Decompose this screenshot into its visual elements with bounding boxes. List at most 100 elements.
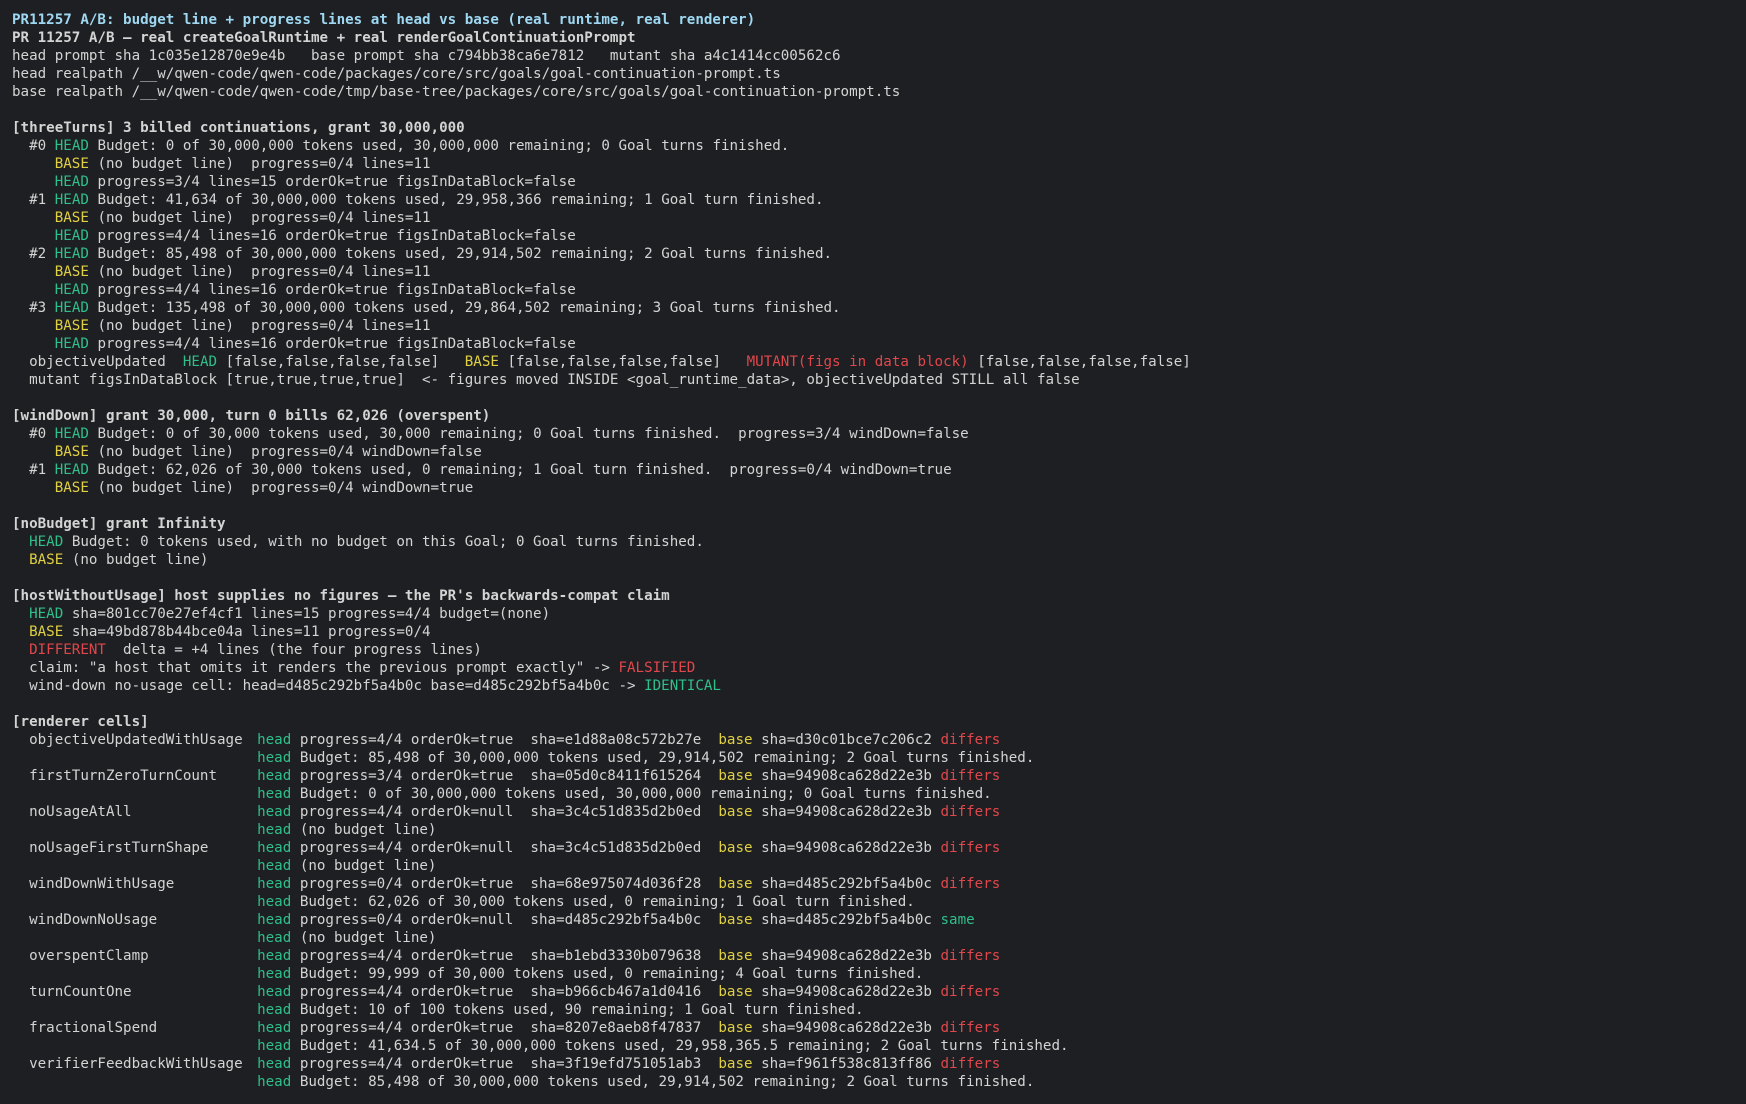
cell-detail: (no budget line) — [299, 858, 437, 874]
cell-name: firstTurnZeroTurnCount — [29, 768, 218, 784]
head-tag: head — [257, 912, 292, 928]
head-result: Budget: 0 of 30,000 tokens used, 30,000 … — [97, 426, 969, 442]
base-tag: base — [718, 912, 753, 928]
head-progress: progress=4/4 lines=16 orderOk=true figsI… — [97, 282, 576, 298]
nobudget-base-line: BASE (no budget line) — [12, 551, 1746, 569]
cell-verdict: differs — [940, 768, 1001, 784]
mutant-tag: MUTANT(figs in data block) — [746, 354, 969, 370]
objective-base-value: [false,false,false,false] — [507, 354, 722, 370]
turn-index: #0 — [29, 138, 47, 154]
renderer-cell-detail-row: head Budget: 41,634.5 of 30,000,000 toke… — [12, 1037, 1746, 1055]
cell-head-result: progress=0/4 orderOk=true sha=68e975074d… — [299, 876, 702, 892]
section-heading-wind-down: [windDown] grant 30,000, turn 0 bills 62… — [12, 408, 491, 424]
host-head-line: HEAD sha=801cc70e27ef4cf1 lines=15 progr… — [12, 605, 1746, 623]
head-tag: HEAD — [54, 462, 89, 478]
head-tag: head — [257, 930, 292, 946]
head-result: sha=801cc70e27ef4cf1 lines=15 progress=4… — [71, 606, 551, 622]
head-tag: head — [257, 1020, 292, 1036]
section-heading-host-without-usage: [hostWithoutUsage] host supplies no figu… — [12, 588, 670, 604]
cell-name: noUsageFirstTurnShape — [29, 840, 209, 856]
host-base-line: BASE sha=49bd878b44bce04a lines=11 progr… — [12, 623, 1746, 641]
head-budget: Budget: 85,498 of 30,000,000 tokens used… — [97, 246, 833, 262]
renderer-cell-row: firstTurnZeroTurnCount head progress=3/4 … — [12, 767, 1746, 785]
winddown-head-line: #0 HEAD Budget: 0 of 30,000 tokens used,… — [12, 425, 1746, 443]
cell-head-result: progress=4/4 orderOk=true sha=e1d88a08c5… — [299, 732, 702, 748]
turn-index: #2 — [29, 246, 47, 262]
turn-head-progress-line: HEAD progress=4/4 lines=16 orderOk=true … — [12, 281, 1746, 299]
base-tag: base — [718, 840, 753, 856]
cell-head-result: progress=4/4 orderOk=null sha=3c4c51d835… — [299, 840, 702, 856]
base-tag: BASE — [54, 210, 89, 226]
renderer-cell-row: objectiveUpdatedWithUsage head progress=4… — [12, 731, 1746, 749]
cell-detail: Budget: 62,026 of 30,000 tokens used, 0 … — [299, 894, 915, 910]
base-result: (no budget line) progress=0/4 windDown=f… — [97, 444, 482, 460]
base-result: sha=49bd878b44bce04a lines=11 progress=0… — [71, 624, 431, 640]
head-tag: head — [257, 750, 292, 766]
cell-head-result: progress=4/4 orderOk=true sha=3f19efd751… — [299, 1056, 702, 1072]
base-result: (no budget line) progress=0/4 lines=11 — [97, 318, 431, 334]
cell-head-result: progress=4/4 orderOk=true sha=b1ebd3330b… — [299, 948, 702, 964]
cell-verdict: differs — [940, 1020, 1001, 1036]
head-progress: progress=3/4 lines=15 orderOk=true figsI… — [97, 174, 576, 190]
cell-name: overspentClamp — [29, 948, 149, 964]
cell-base-sha: sha=f961f538c813ff86 — [761, 1056, 932, 1072]
base-tag: BASE — [54, 318, 89, 334]
renderer-cell-detail-row: head Budget: 85,498 of 30,000,000 tokens… — [12, 1073, 1746, 1091]
cell-head-result: progress=4/4 orderOk=true sha=b966cb467a… — [299, 984, 702, 1000]
cell-head-result: progress=3/4 orderOk=true sha=05d0c8411f… — [299, 768, 702, 784]
head-tag: HEAD — [54, 174, 89, 190]
head-tag: HEAD — [29, 534, 64, 550]
head-budget: Budget: 135,498 of 30,000,000 tokens use… — [97, 300, 841, 316]
cell-verdict: differs — [940, 1056, 1001, 1072]
head-tag: HEAD — [54, 246, 89, 262]
different-text: delta = +4 lines (the four progress line… — [105, 642, 482, 658]
turn-index: #1 — [29, 192, 47, 208]
base-result: (no budget line) — [71, 552, 209, 568]
head-tag: HEAD — [29, 606, 64, 622]
renderer-cells-list: objectiveUpdatedWithUsage head progress=4… — [12, 731, 1746, 1091]
head-realpath: head realpath /__w/qwen-code/qwen-code/p… — [12, 66, 781, 82]
objective-label: objectiveUpdated — [29, 354, 166, 370]
host-winddown-line: wind-down no-usage cell: head=d485c292bf… — [12, 677, 1746, 695]
falsified-tag: FALSIFIED — [618, 660, 696, 676]
terminal-output: PR11257 A/B: budget line + progress line… — [0, 0, 1746, 1091]
cell-base-sha: sha=94908ca628d22e3b — [761, 1020, 932, 1036]
host-different-line: DIFFERENT delta = +4 lines (the four pro… — [12, 641, 1746, 659]
nobudget-head-line: HEAD Budget: 0 tokens used, with no budg… — [12, 533, 1746, 551]
base-tag: base — [718, 732, 753, 748]
cell-head-result: progress=0/4 orderOk=null sha=d485c292bf… — [299, 912, 702, 928]
winddown-head-line: #1 HEAD Budget: 62,026 of 30,000 tokens … — [12, 461, 1746, 479]
head-tag: head — [257, 822, 292, 838]
renderer-cell-detail-row: head (no budget line) — [12, 821, 1746, 839]
cell-verdict: differs — [940, 984, 1001, 1000]
turn-index: #1 — [29, 462, 47, 478]
renderer-cell-row: noUsageFirstTurnShape head progress=4/4 o… — [12, 839, 1746, 857]
base-tag: BASE — [29, 624, 64, 640]
base-tag: BASE — [54, 480, 89, 496]
winddown-base-line: BASE (no budget line) progress=0/4 windD… — [12, 443, 1746, 461]
head-tag: HEAD — [182, 354, 218, 370]
objective-updated-line: objectiveUpdated HEAD [false,false,false… — [12, 353, 1746, 371]
turn-index: #3 — [29, 300, 47, 316]
cell-base-sha: sha=d485c292bf5a4b0c — [761, 912, 932, 928]
section-heading-renderer-cells: [renderer cells] — [12, 714, 149, 730]
cell-name: turnCountOne — [29, 984, 132, 1000]
base-tag: BASE — [464, 354, 499, 370]
cell-head-result: progress=4/4 orderOk=true sha=8207e8aeb8… — [299, 1020, 702, 1036]
cell-verdict: same — [940, 912, 975, 928]
cell-base-sha: sha=94908ca628d22e3b — [761, 984, 932, 1000]
cell-verdict: differs — [940, 840, 1001, 856]
head-result: Budget: 62,026 of 30,000 tokens used, 0 … — [97, 462, 952, 478]
cell-detail: Budget: 0 of 30,000,000 tokens used, 30,… — [299, 786, 992, 802]
head-tag: HEAD — [54, 336, 89, 352]
base-tag: base — [718, 1020, 753, 1036]
head-tag: HEAD — [54, 228, 89, 244]
cell-head-result: progress=4/4 orderOk=null sha=3c4c51d835… — [299, 804, 702, 820]
head-tag: head — [257, 804, 292, 820]
report-subtitle: PR 11257 A/B — real createGoalRuntime + … — [12, 30, 636, 46]
turn-base-line: BASE (no budget line) progress=0/4 lines… — [12, 263, 1746, 281]
cell-detail: (no budget line) — [299, 930, 437, 946]
head-tag: HEAD — [54, 282, 89, 298]
head-tag: head — [257, 876, 292, 892]
